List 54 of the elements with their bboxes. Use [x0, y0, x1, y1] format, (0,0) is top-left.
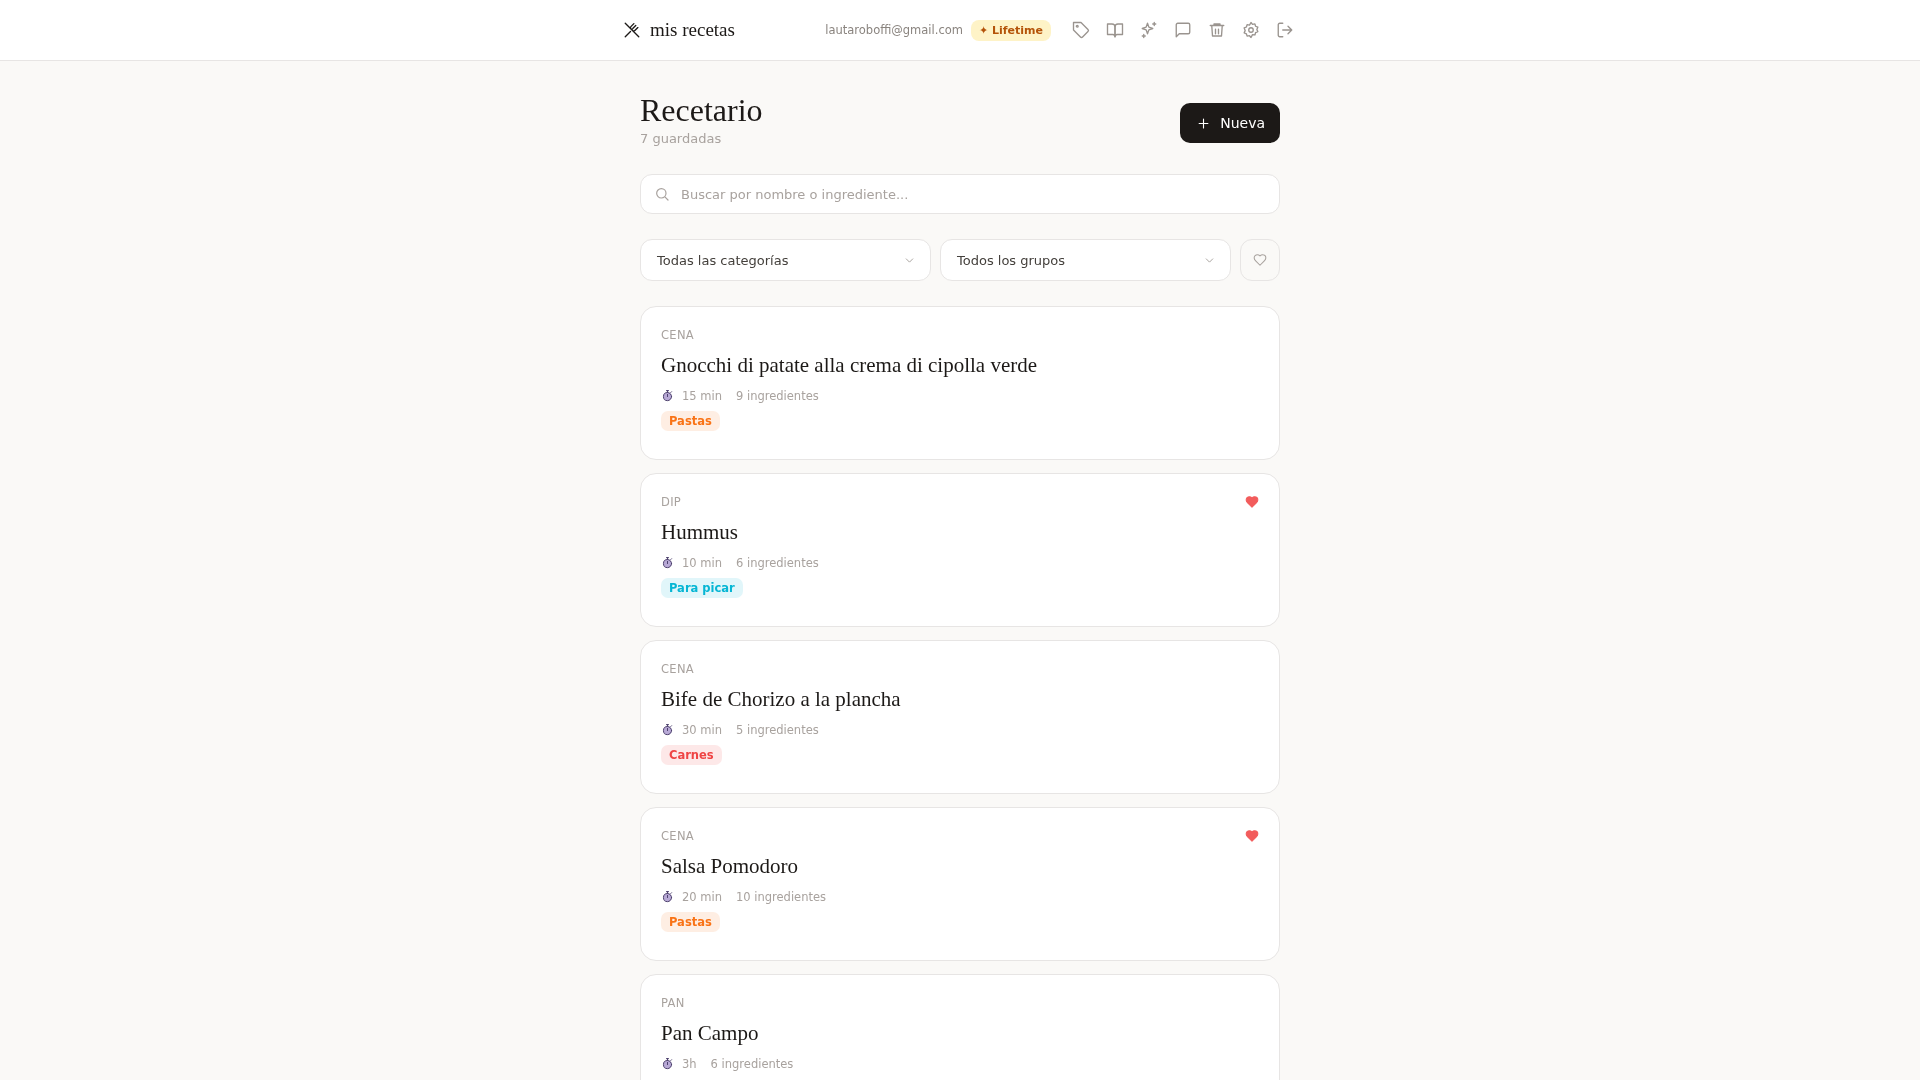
stopwatch-icon — [661, 389, 674, 403]
plus-icon — [1196, 115, 1212, 131]
prep-time: 20 min — [682, 889, 722, 904]
tag-icon — [1072, 21, 1090, 39]
recipe-category: CENA — [661, 829, 694, 844]
category-tag: Para picar — [661, 577, 743, 598]
filter-dropdown[interactable]: Todos los grupos — [940, 239, 1231, 282]
recipe-category: CENA — [661, 328, 694, 343]
heart-icon — [1253, 253, 1267, 268]
utensils-icon — [623, 21, 641, 39]
user-email: lautaroboffi@gmail.com — [825, 23, 963, 37]
stopwatch-icon — [661, 1057, 674, 1071]
sparkles-icon — [1140, 21, 1158, 39]
prep-time: 10 min — [682, 555, 722, 570]
recipe-category: PAN — [661, 996, 685, 1011]
prep-time: 15 min — [682, 388, 722, 403]
logout-icon — [1276, 21, 1294, 39]
recipe-title: Salsa Pomodoro — [661, 854, 800, 880]
recipe-card[interactable]: PAN Pan Campo 3h 6 ingredientes — [640, 974, 1280, 1080]
settings-icon — [1242, 21, 1260, 39]
category-tag: Pastas — [661, 911, 720, 932]
ingredient-count: 9 ingredientes — [736, 388, 819, 403]
ingredient-count: 5 ingredientes — [736, 722, 819, 737]
recipe-title: Hummus — [661, 520, 739, 546]
trash-icon — [1208, 21, 1226, 39]
recipe-category: CENA — [661, 662, 694, 677]
recipe-title: Gnocchi di patate alla crema di cipolla verde — [661, 353, 1039, 379]
ingredient-count: 6 ingredientes — [710, 1056, 794, 1071]
recipe-card[interactable]: CENA Gnocchi di patate alla crema di cipolla verde 15 min 9 ingredientes Pastas — [640, 306, 1280, 461]
filter-dropdown[interactable]: Todas las categorías — [640, 239, 931, 282]
plan-badge: ✦ Lifetime — [970, 19, 1051, 41]
ingredient-count: 6 ingredientes — [736, 555, 819, 570]
ingredient-count: 10 ingredientes — [736, 889, 827, 904]
prep-time: 30 min — [682, 722, 722, 737]
category-tag: Pastas — [661, 410, 720, 431]
recipe-card[interactable]: CENA Bife de Chorizo a la plancha 30 min 5 ingredientes Carnes — [640, 640, 1280, 795]
app-title: mis recetas — [650, 19, 735, 41]
stopwatch-icon — [661, 556, 674, 570]
search-field[interactable]: Buscar por nombre o ingrediente... — [640, 174, 1280, 215]
book-icon — [1106, 21, 1124, 39]
recipe-card[interactable]: DIP Hummus 10 min 6 ingredientes Para picar — [640, 473, 1280, 628]
stopwatch-icon — [661, 890, 674, 904]
category-tag: Carnes — [661, 744, 722, 765]
prep-time: 3h — [682, 1056, 697, 1071]
recipe-card[interactable]: CENA Salsa Pomodoro 20 min 10 ingredientes Pastas — [640, 807, 1280, 962]
recipe-title: Pan Campo — [661, 1021, 760, 1047]
recipe-count: 7 guardadas — [640, 131, 723, 147]
chat-icon — [1174, 21, 1192, 39]
recipe-category: DIP — [661, 495, 682, 510]
favorites-toggle[interactable] — [1240, 239, 1280, 282]
new-recipe-button[interactable]: Nueva — [1180, 103, 1280, 143]
stopwatch-icon — [661, 723, 674, 737]
page-title: Recetario — [640, 91, 763, 130]
recipe-title: Bife de Chorizo a la plancha — [661, 687, 902, 713]
